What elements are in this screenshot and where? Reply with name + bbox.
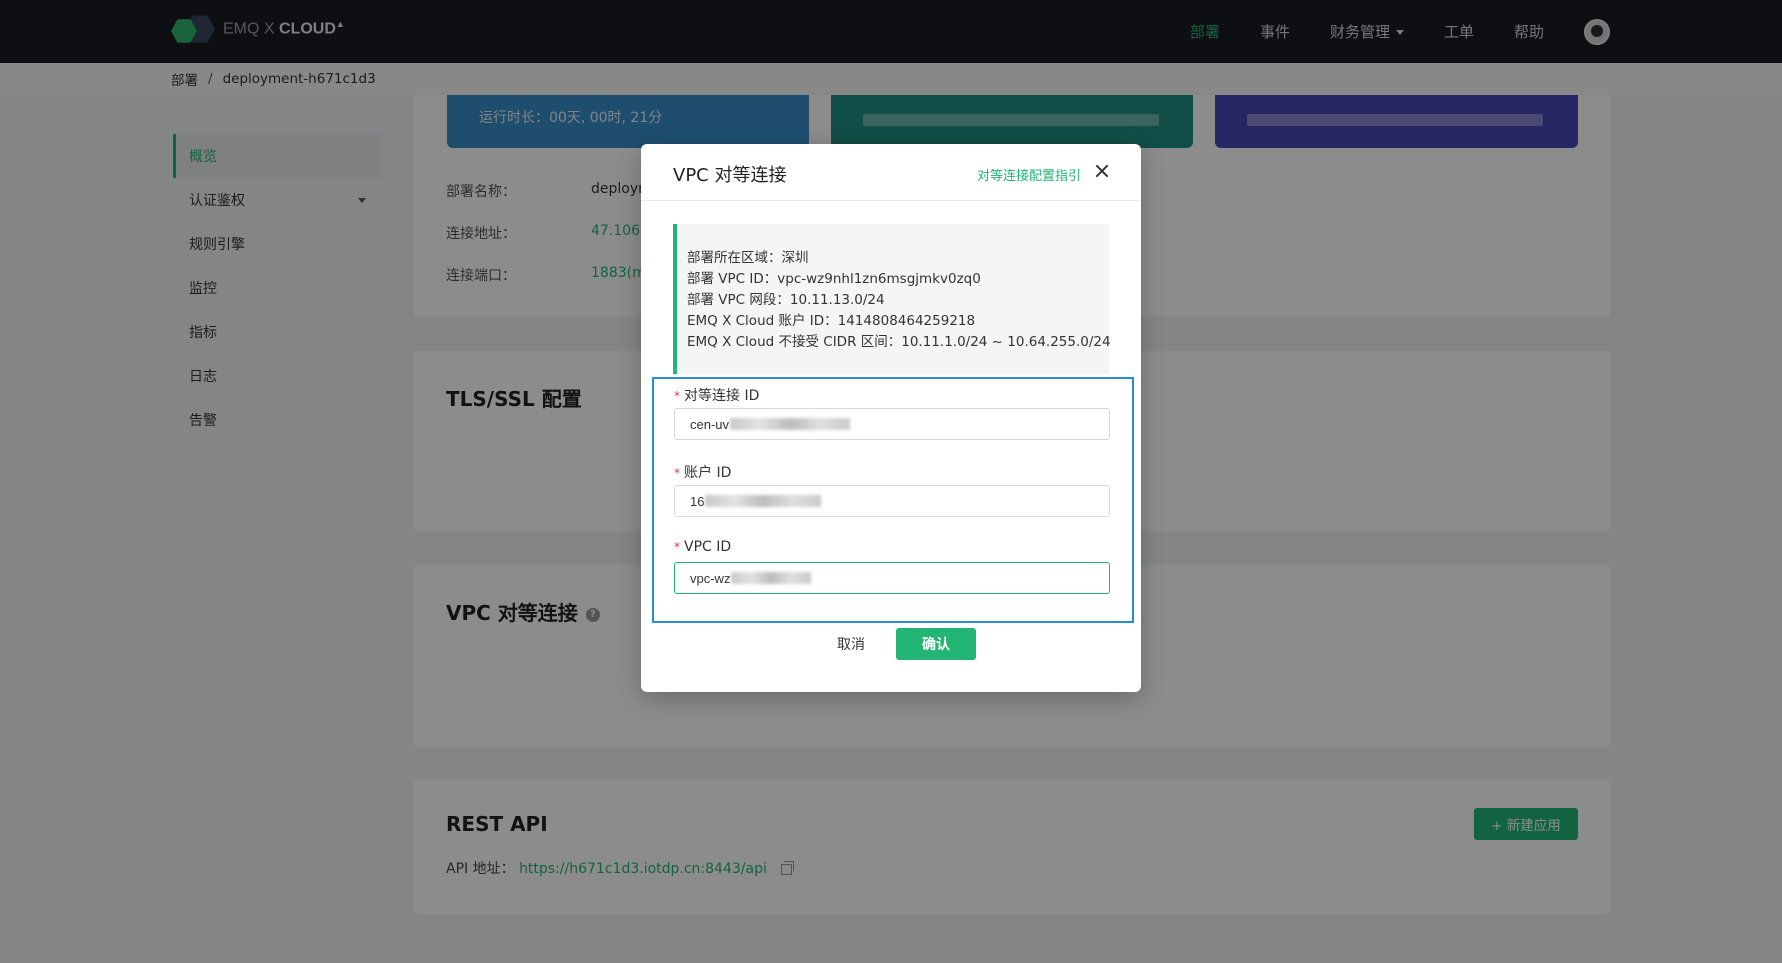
peering-guide-link[interactable]: 对等连接配置指引 [977,165,1081,184]
info-region: 部署所在区域：深圳 [687,250,809,266]
dialog-title: VPC 对等连接 [673,165,787,186]
redacted-value [705,495,822,507]
peer-id-input[interactable]: cen-uv [674,408,1110,440]
vpc-id-input[interactable]: vpc-wz [674,562,1110,594]
vpc-peering-dialog: VPC 对等连接 对等连接配置指引 部署所在区域：深圳 部署 VPC ID：vp… [641,144,1141,692]
info-vpc-id: 部署 VPC ID：vpc-wz9nhl1zn6msgjmkv0zq0 [687,271,981,287]
peer-id-label: * 对等连接 ID [674,388,760,404]
redacted-value [731,572,812,584]
close-icon[interactable] [1095,164,1109,178]
confirm-button[interactable]: 确认 [896,628,976,660]
dialog-header: VPC 对等连接 对等连接配置指引 [641,144,1141,201]
redacted-value [730,418,851,430]
account-id-input[interactable]: 16 [674,485,1110,517]
info-cidr-excluded: EMQ X Cloud 不接受 CIDR 区间：10.11.1.0/24 ~ 1… [687,334,1111,350]
info-vpc-cidr: 部署 VPC 网段：10.11.13.0/24 [687,292,885,308]
vpc-id-label: * VPC ID [674,539,732,555]
cancel-button[interactable]: 取消 [821,628,881,660]
account-id-label: * 账户 ID [674,465,732,481]
deployment-info-box: 部署所在区域：深圳 部署 VPC ID：vpc-wz9nhl1zn6msgjmk… [673,224,1111,374]
peering-form: * 对等连接 ID cen-uv * 账户 ID 16 * VPC ID vpc-wz [652,377,1134,623]
info-account-id: EMQ X Cloud 账户 ID：1414808464259218 [687,313,976,329]
